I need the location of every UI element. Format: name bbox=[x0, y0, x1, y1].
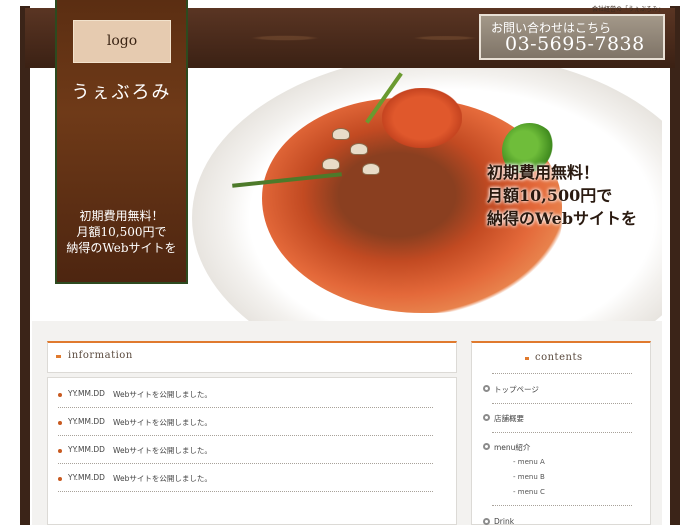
news-date: YY.MM.DD bbox=[68, 473, 105, 482]
contact-banner[interactable]: お問い合わせはこちら 03-5695-7838 bbox=[479, 14, 665, 60]
logo-copy-line: 月額10,500円で bbox=[76, 225, 167, 239]
mushroom-graphic bbox=[322, 158, 340, 170]
news-date: YY.MM.DD bbox=[68, 417, 105, 426]
sub-nav-label: menu B bbox=[517, 473, 545, 481]
contents-sidebar: contents トップページ 店舗概要 menu紹介 - menu A - m… bbox=[471, 341, 651, 525]
logo-copy-line: 初期費用無料！ bbox=[79, 209, 164, 223]
nav-item-drink[interactable]: Drink bbox=[483, 517, 515, 525]
hero-copy-line: 納得のWebサイトを bbox=[487, 209, 638, 228]
tomato-graphic bbox=[382, 88, 462, 148]
nav-item-label: menu紹介 bbox=[494, 443, 531, 452]
logo-copy-line: 納得のWebサイトを bbox=[66, 241, 177, 255]
information-list: YY.MM.DD Webサイトを公開しました。 YY.MM.DD Webサイトを… bbox=[47, 377, 457, 525]
circle-bullet-icon bbox=[483, 518, 490, 525]
nav-item-menu[interactable]: menu紹介 bbox=[483, 442, 531, 453]
divider bbox=[492, 432, 632, 433]
news-item[interactable]: YY.MM.DD Webサイトを公開しました。 bbox=[58, 380, 433, 408]
sub-nav-menu-c[interactable]: - menu C bbox=[513, 488, 545, 496]
nav-item-top[interactable]: トップページ bbox=[483, 384, 539, 395]
logo-text: logo bbox=[106, 33, 138, 49]
divider bbox=[492, 403, 632, 404]
left-frame bbox=[0, 0, 30, 525]
sub-nav-label: menu C bbox=[517, 488, 545, 496]
right-frame bbox=[670, 0, 700, 525]
nav-item-label: 店舗概要 bbox=[494, 414, 524, 423]
mushroom-graphic bbox=[332, 128, 350, 140]
hero-copy: 初期費用無料！ 月額10,500円で 納得のWebサイトを bbox=[487, 161, 637, 230]
sub-nav-label: menu A bbox=[517, 458, 545, 466]
circle-bullet-icon bbox=[483, 414, 490, 421]
news-text[interactable]: Webサイトを公開しました。 bbox=[113, 417, 212, 428]
sub-nav-menu-b[interactable]: - menu B bbox=[513, 473, 545, 481]
news-text[interactable]: Webサイトを公開しました。 bbox=[113, 389, 212, 400]
nav-item-about[interactable]: 店舗概要 bbox=[483, 413, 524, 424]
sub-nav-menu-a[interactable]: - menu A bbox=[513, 458, 545, 466]
news-date: YY.MM.DD bbox=[68, 445, 105, 454]
information-title: information bbox=[56, 350, 133, 361]
bullet-icon bbox=[58, 449, 62, 453]
hero-copy-line: 月額10,500円で bbox=[487, 186, 613, 205]
site-tagline: 会社経営の「うぇぶろみ」 bbox=[591, 6, 664, 13]
nav-item-label: Drink bbox=[494, 517, 515, 525]
mushroom-graphic bbox=[350, 143, 368, 155]
mushroom-graphic bbox=[362, 163, 380, 175]
news-item[interactable]: YY.MM.DD Webサイトを公開しました。 bbox=[58, 464, 433, 492]
nav-item-label: トップページ bbox=[494, 385, 539, 394]
news-text[interactable]: Webサイトを公開しました。 bbox=[113, 445, 212, 456]
brand-name: うぇぶろみ bbox=[71, 82, 172, 103]
circle-bullet-icon bbox=[483, 385, 490, 392]
contents-title: contents bbox=[525, 352, 583, 363]
bullet-icon bbox=[58, 393, 62, 397]
logo-copy: 初期費用無料！ 月額10,500円で 納得のWebサイトを bbox=[57, 208, 186, 256]
circle-bullet-icon bbox=[483, 443, 490, 450]
news-item[interactable]: YY.MM.DD Webサイトを公開しました。 bbox=[58, 408, 433, 436]
logo[interactable]: logo bbox=[73, 20, 171, 63]
bullet-icon bbox=[58, 477, 62, 481]
news-date: YY.MM.DD bbox=[68, 389, 105, 398]
news-text[interactable]: Webサイトを公開しました。 bbox=[113, 473, 212, 484]
logo-panel: logo うぇぶろみ 初期費用無料！ 月額10,500円で 納得のWebサイトを bbox=[55, 0, 188, 284]
divider bbox=[492, 373, 632, 374]
divider bbox=[492, 505, 632, 506]
news-item[interactable]: YY.MM.DD Webサイトを公開しました。 bbox=[58, 436, 433, 464]
bullet-icon bbox=[58, 421, 62, 425]
hero-copy-line: 初期費用無料！ bbox=[487, 163, 600, 182]
contact-phone[interactable]: 03-5695-7838 bbox=[505, 33, 645, 55]
information-header: information bbox=[47, 341, 457, 373]
